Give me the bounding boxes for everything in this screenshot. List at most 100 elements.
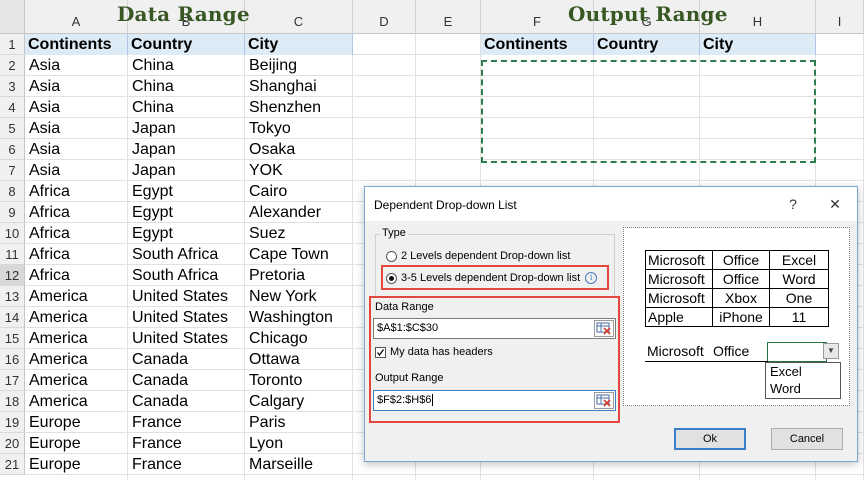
row-header-2[interactable]: 2	[0, 55, 25, 76]
close-button[interactable]: ✕	[825, 195, 845, 213]
table-cell[interactable]: Canada	[128, 391, 245, 412]
row-header-20[interactable]: 20	[0, 433, 25, 454]
table-cell[interactable]: Calgary	[245, 391, 353, 412]
radio-3-5-levels[interactable]: 3-5 Levels dependent Drop-down list i	[386, 270, 598, 286]
row-header-4[interactable]: 4	[0, 97, 25, 118]
table-cell[interactable]: YOK	[245, 160, 353, 181]
row-header-15[interactable]: 15	[0, 328, 25, 349]
row-header-17[interactable]: 17	[0, 370, 25, 391]
table-cell[interactable]: Osaka	[245, 139, 353, 160]
table-cell[interactable]: Japan	[128, 139, 245, 160]
table-cell[interactable]: United States	[128, 286, 245, 307]
row-header-8[interactable]: 8	[0, 181, 25, 202]
select-all-corner[interactable]	[0, 0, 25, 34]
table-cell[interactable]: Cape Town	[245, 244, 353, 265]
header-cell[interactable]: Continents	[25, 34, 128, 55]
row-header-1[interactable]: 1	[0, 34, 25, 55]
table-cell[interactable]: Egypt	[128, 202, 245, 223]
data-range-input[interactable]: $A$1:$C$30	[373, 318, 616, 339]
row-header-14[interactable]: 14	[0, 307, 25, 328]
output-range-input[interactable]: $F$2:$H$6	[373, 390, 616, 411]
table-cell[interactable]: South Africa	[128, 244, 245, 265]
table-cell[interactable]: China	[128, 55, 245, 76]
header-cell[interactable]: Country	[128, 34, 245, 55]
table-cell[interactable]: South Africa	[128, 265, 245, 286]
info-icon[interactable]: i	[585, 272, 598, 284]
table-cell[interactable]: Asia	[25, 55, 128, 76]
headers-checkbox-row[interactable]: My data has headers	[375, 344, 493, 360]
table-cell[interactable]: America	[25, 307, 128, 328]
column-header-a[interactable]: A	[25, 0, 128, 34]
column-header-c[interactable]: C	[245, 0, 353, 34]
table-cell[interactable]: United States	[128, 307, 245, 328]
table-cell[interactable]: China	[128, 97, 245, 118]
header-cell[interactable]: City	[245, 34, 353, 55]
dialog-titlebar[interactable]: Dependent Drop-down List ? ✕	[365, 187, 857, 221]
column-header-e[interactable]: E	[416, 0, 481, 34]
table-cell[interactable]: Asia	[25, 160, 128, 181]
table-cell[interactable]: Africa	[25, 265, 128, 286]
table-cell[interactable]: America	[25, 349, 128, 370]
table-cell[interactable]: America	[25, 370, 128, 391]
output-header-cell[interactable]: Country	[594, 34, 700, 55]
column-header-d[interactable]: D	[353, 0, 416, 34]
radio-2-levels[interactable]: 2 Levels dependent Drop-down list	[386, 248, 570, 264]
row-header-7[interactable]: 7	[0, 160, 25, 181]
table-cell[interactable]: Lyon	[245, 433, 353, 454]
row-header-13[interactable]: 13	[0, 286, 25, 307]
table-cell[interactable]: Africa	[25, 223, 128, 244]
row-header-9[interactable]: 9	[0, 202, 25, 223]
row-header-6[interactable]: 6	[0, 139, 25, 160]
radio-2-levels-icon[interactable]	[386, 250, 397, 262]
help-button[interactable]: ?	[783, 195, 803, 213]
table-cell[interactable]: Shenzhen	[245, 97, 353, 118]
row-header-5[interactable]: 5	[0, 118, 25, 139]
table-cell[interactable]: France	[128, 454, 245, 475]
row-header-12[interactable]: 12	[0, 265, 25, 286]
table-cell[interactable]: Pretoria	[245, 265, 353, 286]
row-header-16[interactable]: 16	[0, 349, 25, 370]
table-cell[interactable]: Europe	[25, 454, 128, 475]
table-cell[interactable]: Africa	[25, 181, 128, 202]
table-cell[interactable]: Egypt	[128, 223, 245, 244]
table-cell[interactable]: Beijing	[245, 55, 353, 76]
table-cell[interactable]: Alexander	[245, 202, 353, 223]
table-cell[interactable]: Chicago	[245, 328, 353, 349]
table-cell[interactable]: United States	[128, 328, 245, 349]
table-cell[interactable]: Egypt	[128, 181, 245, 202]
table-cell[interactable]: Cairo	[245, 181, 353, 202]
row-header-11[interactable]: 11	[0, 244, 25, 265]
data-range-picker-button[interactable]	[594, 320, 614, 337]
cancel-button[interactable]: Cancel	[771, 428, 843, 450]
column-header-i[interactable]: I	[816, 0, 864, 34]
row-header-10[interactable]: 10	[0, 223, 25, 244]
table-cell[interactable]: Asia	[25, 97, 128, 118]
output-header-cell[interactable]: City	[700, 34, 816, 55]
table-cell[interactable]: Paris	[245, 412, 353, 433]
table-cell[interactable]: America	[25, 391, 128, 412]
row-header-3[interactable]: 3	[0, 76, 25, 97]
table-cell[interactable]: Washington	[245, 307, 353, 328]
table-cell[interactable]: Canada	[128, 370, 245, 391]
table-cell[interactable]: Suez	[245, 223, 353, 244]
table-cell[interactable]: America	[25, 286, 128, 307]
table-cell[interactable]: Europe	[25, 412, 128, 433]
ok-button[interactable]: Ok	[674, 428, 746, 450]
headers-checkbox[interactable]	[375, 346, 386, 358]
table-cell[interactable]: New York	[245, 286, 353, 307]
output-header-cell[interactable]: Continents	[481, 34, 594, 55]
table-cell[interactable]: Canada	[128, 349, 245, 370]
output-range-picker-button[interactable]	[594, 392, 614, 409]
table-cell[interactable]: France	[128, 433, 245, 454]
table-cell[interactable]: Asia	[25, 76, 128, 97]
table-cell[interactable]: Africa	[25, 244, 128, 265]
row-header-21[interactable]: 21	[0, 454, 25, 475]
table-cell[interactable]: Japan	[128, 160, 245, 181]
table-cell[interactable]: Europe	[25, 433, 128, 454]
table-cell[interactable]: America	[25, 328, 128, 349]
row-header-19[interactable]: 19	[0, 412, 25, 433]
radio-3-5-levels-icon[interactable]	[386, 272, 397, 284]
table-cell[interactable]: China	[128, 76, 245, 97]
table-cell[interactable]: France	[128, 412, 245, 433]
table-cell[interactable]: Ottawa	[245, 349, 353, 370]
